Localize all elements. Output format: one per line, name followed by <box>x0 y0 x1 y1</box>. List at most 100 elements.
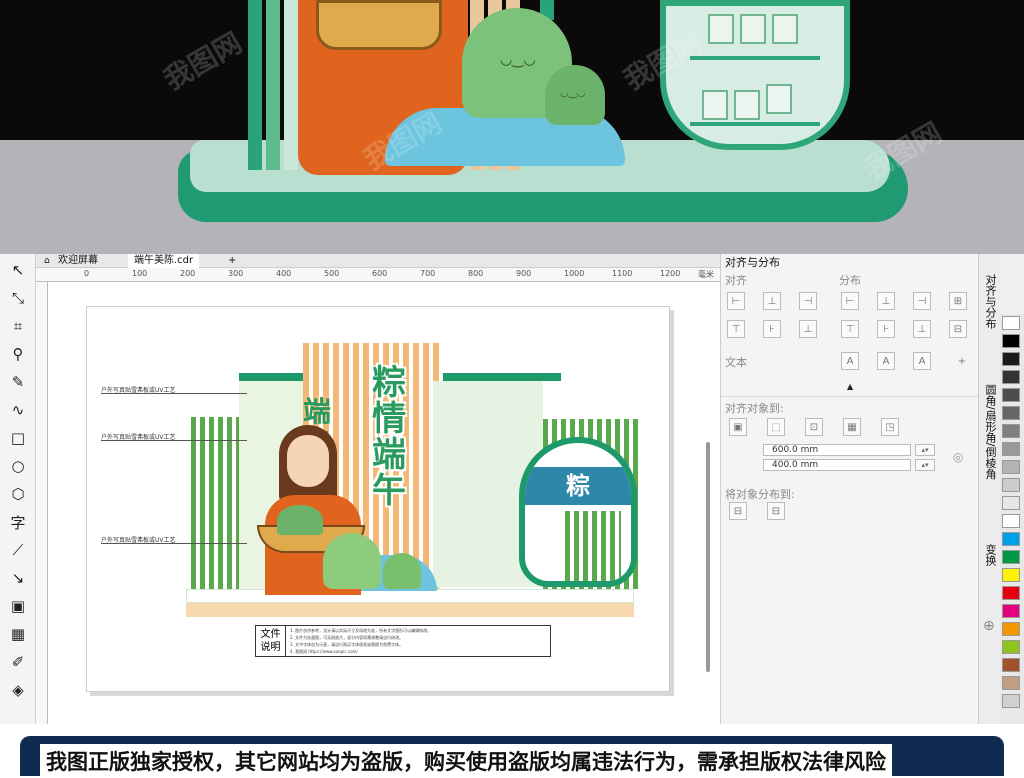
align-right-icon[interactable]: ⊣ <box>799 292 817 310</box>
color-swatch[interactable] <box>1002 514 1020 528</box>
distribute-top-icon[interactable]: ⊤ <box>841 320 859 338</box>
design-page[interactable]: 端午 粽情端午 粽 户外写真贴雪弗板或UV工艺 户外写真贴雪弗板或UV工艺 户外… <box>86 306 670 692</box>
add-tab-button[interactable]: + <box>222 254 242 268</box>
pick-tool[interactable]: ↖ <box>6 258 30 282</box>
align-to-page-edge-icon[interactable]: ⬚ <box>767 418 785 436</box>
color-swatch[interactable] <box>1002 424 1020 438</box>
pillar <box>284 0 298 170</box>
vertical-scrollbar[interactable] <box>706 442 710 672</box>
distribute-right-icon[interactable]: ⊣ <box>913 292 931 310</box>
y-spinner[interactable]: ▴▾ <box>915 459 935 471</box>
watermark: 我图网 <box>158 26 248 97</box>
zoom-tool[interactable]: ⚲ <box>6 342 30 366</box>
color-swatch[interactable] <box>1002 496 1020 510</box>
shadow-tool[interactable]: ▣ <box>6 594 30 618</box>
target-icon[interactable]: ◎ <box>953 450 963 464</box>
ruler-tick-label: 1000 <box>564 269 585 278</box>
file-notes-line: 2. 文件为矢量图，可无损放大，部分内容如需调整请自行修改。 <box>290 635 404 640</box>
eyedropper-tool[interactable]: ✐ <box>6 650 30 674</box>
polygon-tool[interactable]: ⬡ <box>6 482 30 506</box>
align-to-page-center-icon[interactable]: ⊡ <box>805 418 823 436</box>
align-center-h-icon[interactable]: ⊥ <box>763 292 781 310</box>
connector-tool[interactable]: ↘ <box>6 566 30 590</box>
color-swatch[interactable] <box>1002 442 1020 456</box>
text-align-center-icon[interactable]: A <box>913 352 931 370</box>
align-to-active-icon[interactable]: ▣ <box>729 418 747 436</box>
side-tab-transform[interactable]: 变换 <box>982 544 998 566</box>
tab-welcome[interactable]: 欢迎屏幕 <box>52 254 104 268</box>
copyright-banner: 我图正版独家授权，其它网站均为盗版，购买使用盗版均属违法行为，需承担版权法律风险 <box>0 724 1024 778</box>
side-tab-align[interactable]: 对齐与分布 <box>982 274 998 329</box>
color-swatch[interactable] <box>1002 568 1020 582</box>
color-swatch[interactable] <box>1002 388 1020 402</box>
align-to-label: 对齐对象到: <box>725 402 784 415</box>
ellipse-tool[interactable]: ○ <box>6 454 30 478</box>
align-center-v-icon[interactable]: ⊦ <box>763 320 781 338</box>
rectangle-tool[interactable]: □ <box>6 426 30 450</box>
color-swatch[interactable] <box>1002 604 1020 618</box>
y-coordinate-field[interactable] <box>763 459 911 471</box>
color-swatch[interactable] <box>1002 658 1020 672</box>
color-swatch[interactable] <box>1002 352 1020 366</box>
dimension-tool[interactable]: ⟋ <box>6 538 30 562</box>
text-align-first-icon[interactable]: A <box>841 352 859 370</box>
side-tab-fillet[interactable]: 圆角/扇形角/倒棱角 <box>982 384 998 479</box>
horizontal-ruler[interactable]: 0 100 200 300 400 500 600 700 800 900 1000 1100 1200… <box>36 268 720 282</box>
distribute-middle-icon[interactable]: ⊦ <box>877 320 895 338</box>
distribute-spacing-icon[interactable]: ⊞ <box>949 292 967 310</box>
align-distribute-docker: 对齐与分布 对齐 分布 ⊢ ⊥ ⊣ ⊤ ⊦ ⊥ ⊢ ⊥ ⊣ ⊞ ⊤ ⊦ ⊥ ⊟ … <box>720 254 979 724</box>
drawing-canvas[interactable]: 端午 粽情端午 粽 户外写真贴雪弗板或UV工艺 户外写真贴雪弗板或UV工艺 户外… <box>48 282 720 724</box>
ruler-tick-label: 0 <box>84 269 90 278</box>
text-tool[interactable]: 字 <box>6 510 30 534</box>
zongzi-character-small <box>383 553 421 589</box>
distribute-center-icon[interactable]: ⊥ <box>877 292 895 310</box>
text-bbox-icon[interactable]: + <box>953 352 971 370</box>
distribute-bottom-icon[interactable]: ⊥ <box>913 320 931 338</box>
zongzi-face: ◡‿◡ <box>500 52 536 68</box>
zongzi-character <box>323 533 381 589</box>
x-coordinate-field[interactable] <box>763 444 911 456</box>
align-to-grid-icon[interactable]: ▦ <box>843 418 861 436</box>
zong-label: 粽 <box>525 467 631 505</box>
distribute-section-label: 分布 <box>839 274 861 287</box>
align-bottom-icon[interactable]: ⊥ <box>799 320 817 338</box>
color-swatch[interactable] <box>1002 316 1020 330</box>
color-swatch[interactable] <box>1002 406 1020 420</box>
toolbox: ↖ ⤡ ⌗ ⚲ ✎ ∿ □ ○ ⬡ 字 ⟋ ↘ ▣ ▦ ✐ ◈ <box>0 254 36 724</box>
color-swatch[interactable] <box>1002 370 1020 384</box>
x-spinner[interactable]: ▴▾ <box>915 444 935 456</box>
fill-tool[interactable]: ◈ <box>6 678 30 702</box>
color-swatch[interactable] <box>1002 694 1020 708</box>
freehand-tool[interactable]: ✎ <box>6 370 30 394</box>
distribute-left-icon[interactable]: ⊢ <box>841 292 859 310</box>
color-swatch[interactable] <box>1002 460 1020 474</box>
tab-document[interactable]: 端午美陈.cdr <box>128 254 200 268</box>
transparency-tool[interactable]: ▦ <box>6 622 30 646</box>
color-swatch[interactable] <box>1002 334 1020 348</box>
color-swatch[interactable] <box>1002 622 1020 636</box>
color-swatch[interactable] <box>1002 532 1020 546</box>
align-to-point-icon[interactable]: ◳ <box>881 418 899 436</box>
artistic-media-tool[interactable]: ∿ <box>6 398 30 422</box>
crop-tool[interactable]: ⌗ <box>6 314 30 338</box>
annotation-leader <box>101 393 247 394</box>
shape-tool[interactable]: ⤡ <box>6 286 30 310</box>
basket <box>316 0 442 50</box>
distribute-to-page-icon[interactable]: ⊟ <box>767 502 785 520</box>
file-notes-box: 文件说明 1. 图片仅供参考，设计请以实际尺寸及场地为准，所有文字图形可以编辑修… <box>255 625 551 657</box>
align-left-icon[interactable]: ⊢ <box>727 292 745 310</box>
align-top-icon[interactable]: ⊤ <box>727 320 745 338</box>
base-strip <box>186 603 634 617</box>
add-docker-icon[interactable]: ⊕ <box>983 618 995 634</box>
distribute-to-selection-icon[interactable]: ⊟ <box>729 502 747 520</box>
vertical-ruler[interactable] <box>36 282 48 724</box>
text-align-last-icon[interactable]: A <box>877 352 895 370</box>
color-swatch[interactable] <box>1002 640 1020 654</box>
distribute-vspacing-icon[interactable]: ⊟ <box>949 320 967 338</box>
color-swatch[interactable] <box>1002 586 1020 600</box>
color-swatch[interactable] <box>1002 478 1020 492</box>
color-swatch[interactable] <box>1002 550 1020 564</box>
collapse-arrow-icon[interactable]: ▲ <box>847 382 853 391</box>
color-swatch[interactable] <box>1002 676 1020 690</box>
docker-title: 对齐与分布 <box>725 256 780 269</box>
